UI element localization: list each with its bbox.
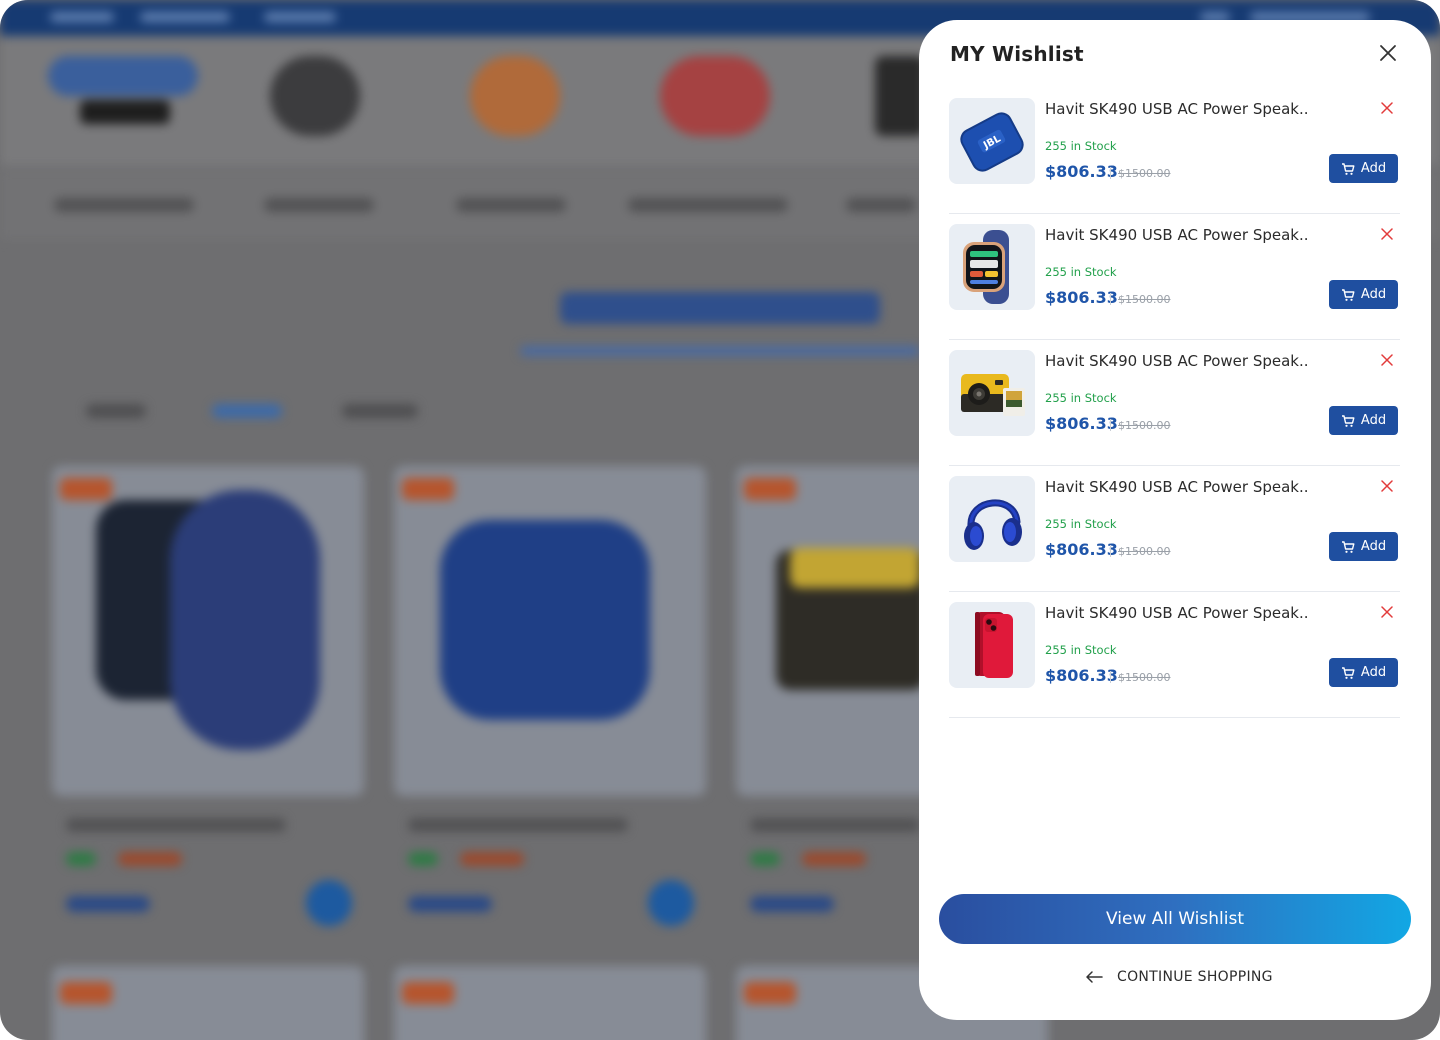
wishlist-item: Havit SK490 USB AC Power Speak.. 255 in …	[949, 340, 1400, 466]
item-price: $806.33	[1045, 666, 1118, 685]
wishlist-item: Havit SK490 USB AC Power Speak.. 255 in …	[949, 214, 1400, 340]
wishlist-panel: MY Wishlist JBL Havit SK490 USB AC Power…	[919, 20, 1431, 1020]
item-price: $806.33	[1045, 414, 1118, 433]
add-to-cart-button[interactable]: Add	[1329, 532, 1398, 561]
product-image-camera[interactable]	[949, 350, 1035, 436]
stock-status: 255 in Stock	[1045, 391, 1117, 405]
arrow-left-icon	[1086, 971, 1103, 983]
price-divider	[1110, 545, 1111, 557]
product-image-smartwatch[interactable]	[949, 224, 1035, 310]
item-name[interactable]: Havit SK490 USB AC Power Speak..	[1045, 100, 1309, 118]
remove-icon[interactable]	[1381, 606, 1395, 620]
add-label: Add	[1360, 413, 1387, 428]
add-label: Add	[1360, 161, 1387, 176]
add-label: Add	[1360, 665, 1387, 680]
item-old-price: $1500.00	[1118, 545, 1171, 558]
wishlist-title: MY Wishlist	[950, 42, 1084, 66]
wishlist-items: JBL Havit SK490 USB AC Power Speak.. 255…	[949, 88, 1400, 718]
continue-shopping-label: CONTINUE SHOPPING	[1117, 969, 1273, 985]
remove-icon[interactable]	[1381, 480, 1395, 494]
add-to-cart-button[interactable]: Add	[1329, 154, 1398, 183]
stock-status: 255 in Stock	[1045, 643, 1117, 657]
add-to-cart-button[interactable]: Add	[1329, 280, 1398, 309]
price-divider	[1110, 419, 1111, 431]
price-divider	[1110, 671, 1111, 683]
wishlist-item: Havit SK490 USB AC Power Speak.. 255 in …	[949, 592, 1400, 718]
item-old-price: $1500.00	[1118, 419, 1171, 432]
wishlist-item: JBL Havit SK490 USB AC Power Speak.. 255…	[949, 88, 1400, 214]
close-icon[interactable]	[1375, 40, 1401, 66]
item-old-price: $1500.00	[1118, 671, 1171, 684]
add-to-cart-button[interactable]: Add	[1329, 658, 1398, 687]
stock-status: 255 in Stock	[1045, 139, 1117, 153]
remove-icon[interactable]	[1381, 102, 1395, 116]
product-image-headphones[interactable]	[949, 476, 1035, 562]
add-to-cart-button[interactable]: Add	[1329, 406, 1398, 435]
item-name[interactable]: Havit SK490 USB AC Power Speak..	[1045, 478, 1309, 496]
add-label: Add	[1360, 539, 1387, 554]
bg-logo	[48, 56, 198, 96]
remove-icon[interactable]	[1381, 354, 1395, 368]
cart-icon	[1341, 414, 1355, 427]
price-divider	[1110, 293, 1111, 305]
cart-icon	[1341, 162, 1355, 175]
add-label: Add	[1360, 287, 1387, 302]
item-price: $806.33	[1045, 162, 1118, 181]
item-old-price: $1500.00	[1118, 167, 1171, 180]
item-name[interactable]: Havit SK490 USB AC Power Speak..	[1045, 226, 1309, 244]
item-price: $806.33	[1045, 540, 1118, 559]
view-all-wishlist-button[interactable]: View All Wishlist	[939, 894, 1411, 944]
remove-icon[interactable]	[1381, 228, 1395, 242]
item-name[interactable]: Havit SK490 USB AC Power Speak..	[1045, 352, 1309, 370]
cart-icon	[1341, 288, 1355, 301]
cart-icon	[1341, 540, 1355, 553]
item-price: $806.33	[1045, 288, 1118, 307]
product-image-phone[interactable]	[949, 602, 1035, 688]
stock-status: 255 in Stock	[1045, 265, 1117, 279]
cart-icon	[1341, 666, 1355, 679]
product-image-speaker[interactable]: JBL	[949, 98, 1035, 184]
continue-shopping-link[interactable]: CONTINUE SHOPPING	[1085, 966, 1273, 988]
wishlist-item: Havit SK490 USB AC Power Speak.. 255 in …	[949, 466, 1400, 592]
item-name[interactable]: Havit SK490 USB AC Power Speak..	[1045, 604, 1309, 622]
price-divider	[1110, 167, 1111, 179]
stock-status: 255 in Stock	[1045, 517, 1117, 531]
item-old-price: $1500.00	[1118, 293, 1171, 306]
